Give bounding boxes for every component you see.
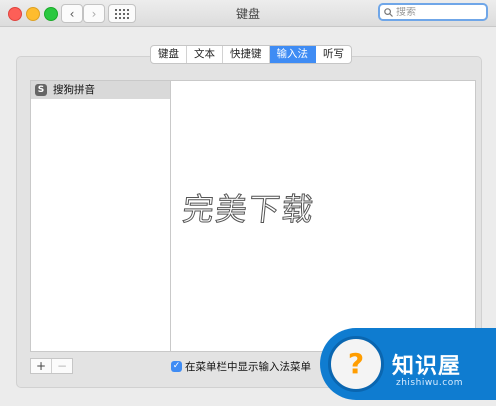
input-source-detail: 完美下载: [170, 80, 476, 352]
sogou-icon: S: [35, 84, 47, 96]
list-item-label: 搜狗拼音: [53, 84, 95, 96]
watermark-text: 完美下载: [180, 192, 317, 229]
search-input[interactable]: [393, 6, 486, 18]
tab-dictation[interactable]: 听写: [316, 46, 351, 63]
add-button[interactable]: +: [31, 359, 51, 373]
title-bar: ‹ › 键盘: [0, 0, 496, 27]
tab-input-sources[interactable]: 输入法: [269, 46, 316, 63]
show-menu-label: 在菜单栏中显示输入法菜单: [185, 361, 311, 373]
show-menu-checkbox[interactable]: ✓: [171, 361, 182, 372]
tab-shortcuts[interactable]: 快捷键: [223, 46, 270, 63]
add-remove-controls: + −: [30, 358, 73, 374]
show-menu-option[interactable]: ✓ 在菜单栏中显示输入法菜单: [171, 359, 311, 374]
tab-bar: 键盘 文本 快捷键 输入法 听写: [150, 45, 352, 64]
logo-url: zhishiwu.com: [396, 378, 463, 388]
search-field[interactable]: [378, 3, 488, 21]
remove-button[interactable]: −: [51, 359, 72, 373]
list-item-sogou-pinyin[interactable]: S 搜狗拼音: [31, 81, 171, 99]
input-source-list: S 搜狗拼音: [30, 80, 171, 352]
tab-text[interactable]: 文本: [187, 46, 223, 63]
logo-monitor-icon: ?: [328, 336, 384, 392]
tab-keyboard[interactable]: 键盘: [151, 46, 187, 63]
search-icon: [384, 7, 393, 17]
logo-title: 知识屋: [392, 354, 462, 379]
question-mark-icon: ?: [347, 347, 365, 380]
